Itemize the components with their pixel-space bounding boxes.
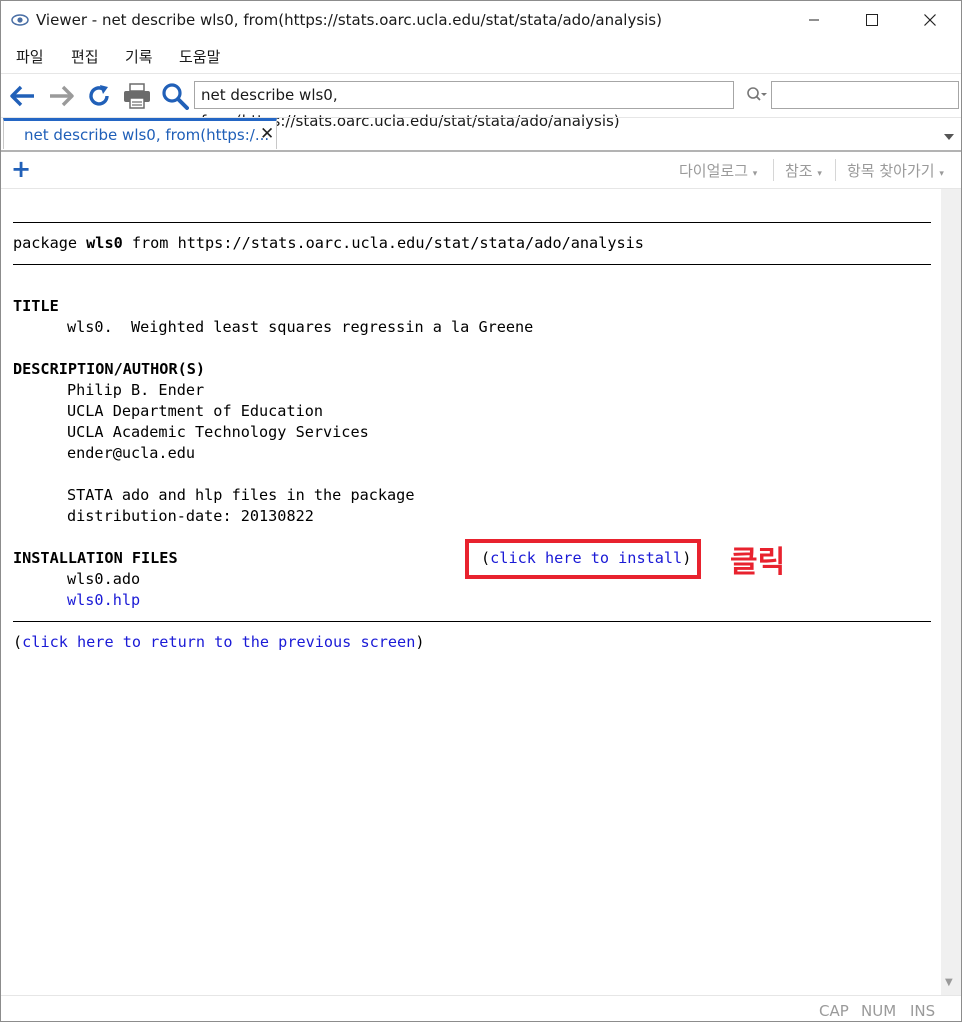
file-hlp-link[interactable]: wls0.hlp xyxy=(67,590,140,611)
package-line: package wls0 from https://stats.oarc.ucl… xyxy=(13,233,644,254)
tab-close-icon[interactable]: ✕ xyxy=(260,124,274,144)
tab-net-describe[interactable]: net describe wls0, from(https:/... ✕ xyxy=(3,118,277,149)
chevron-down-icon: ▾ xyxy=(752,169,758,179)
toolbar: net describe wls0, from(https://stats.oa… xyxy=(1,73,961,130)
status-bar: CAP NUM INS xyxy=(1,995,961,1021)
author-email: ender@ucla.edu xyxy=(67,444,196,462)
installation-heading: INSTALLATION FILES xyxy=(13,549,178,567)
package-files-note: STATA ado and hlp files in the package xyxy=(67,486,415,504)
tab-list-dropdown-icon[interactable] xyxy=(943,126,955,145)
dialog-menu-label: 다이얼로그 xyxy=(679,162,749,180)
jump-menu[interactable]: 항목 찾아가기 ▾ xyxy=(847,160,944,181)
chevron-down-icon: ▾ xyxy=(939,169,944,179)
window-title: Viewer - net describe wls0, from(https:/… xyxy=(36,11,662,29)
click-annotation: 클릭 xyxy=(730,545,786,580)
title-heading: TITLE xyxy=(13,297,59,315)
distribution-date: distribution-date: 20130822 xyxy=(67,507,314,525)
vertical-scrollbar[interactable]: ▼ xyxy=(941,189,961,995)
package-name: wls0 xyxy=(86,234,123,252)
menu-history[interactable]: 기록 xyxy=(125,46,153,67)
return-link[interactable]: click here to return to the previous scr… xyxy=(22,633,415,651)
package-source: from https://stats.oarc.ucla.edu/stat/st… xyxy=(122,234,644,252)
tab-strip: net describe wls0, from(https:/... ✕ xyxy=(1,117,961,152)
back-arrow-icon[interactable] xyxy=(7,80,39,112)
title-text: wls0. Weighted least squares regressin a… xyxy=(67,318,534,336)
forward-arrow-icon[interactable] xyxy=(45,80,77,112)
refer-menu[interactable]: 참조 ▾ xyxy=(785,160,822,181)
viewer-content: package wls0 from https://stats.oarc.ucl… xyxy=(1,189,941,995)
divider xyxy=(773,159,774,181)
paren: ) xyxy=(415,633,425,651)
menu-file[interactable]: 파일 xyxy=(16,46,44,67)
menu-help[interactable]: 도움말 xyxy=(179,46,220,67)
eye-icon xyxy=(11,12,29,26)
divider xyxy=(13,621,931,622)
search-icon[interactable] xyxy=(159,80,191,112)
return-link-line: (click here to return to the previous sc… xyxy=(13,632,425,653)
highlight-box xyxy=(465,539,701,579)
refresh-icon[interactable] xyxy=(83,80,115,112)
scroll-down-icon[interactable]: ▼ xyxy=(945,977,953,988)
divider xyxy=(835,159,836,181)
author-name: Philip B. Ender xyxy=(67,381,205,399)
add-tab-icon[interactable]: + xyxy=(11,156,31,182)
viewer-window: Viewer - net describe wls0, from(https:/… xyxy=(0,0,962,1022)
author-department: UCLA Department of Education xyxy=(67,402,324,420)
file-ado: wls0.ado xyxy=(67,570,141,588)
paren: ( xyxy=(13,633,23,651)
maximize-button[interactable] xyxy=(843,1,901,39)
author-services: UCLA Academic Technology Services xyxy=(67,423,369,441)
scrollbar-thumb[interactable] xyxy=(941,191,961,965)
status-cap: CAP xyxy=(819,1002,849,1020)
status-ins: INS xyxy=(910,1002,936,1020)
menu-bar: 파일 편집 기록 도움말 xyxy=(1,39,961,73)
dialog-menu[interactable]: 다이얼로그 ▾ xyxy=(679,160,757,181)
divider xyxy=(13,222,931,223)
chevron-down-icon: ▾ xyxy=(817,169,822,179)
viewer-subbar: + 다이얼로그 ▾ 참조 ▾ 항목 찾아가기 ▾ xyxy=(1,151,961,189)
find-input[interactable] xyxy=(771,81,959,109)
jump-menu-label: 항목 찾아가기 xyxy=(847,162,935,180)
tab-label: net describe wls0, from(https:/... xyxy=(24,126,270,144)
command-input[interactable]: net describe wls0, from(https://stats.oa… xyxy=(194,81,734,130)
description-heading: DESCRIPTION/AUTHOR(S) xyxy=(13,360,206,378)
minimize-button[interactable] xyxy=(785,1,843,39)
divider xyxy=(13,264,931,265)
title-bar: Viewer - net describe wls0, from(https:/… xyxy=(1,1,961,39)
menu-edit[interactable]: 편집 xyxy=(71,46,99,67)
package-prefix: package xyxy=(13,234,87,252)
refer-menu-label: 참조 xyxy=(785,162,813,180)
print-icon[interactable] xyxy=(121,80,153,112)
close-button[interactable] xyxy=(901,1,959,39)
status-num: NUM xyxy=(861,1002,897,1020)
find-icon[interactable] xyxy=(746,85,768,105)
